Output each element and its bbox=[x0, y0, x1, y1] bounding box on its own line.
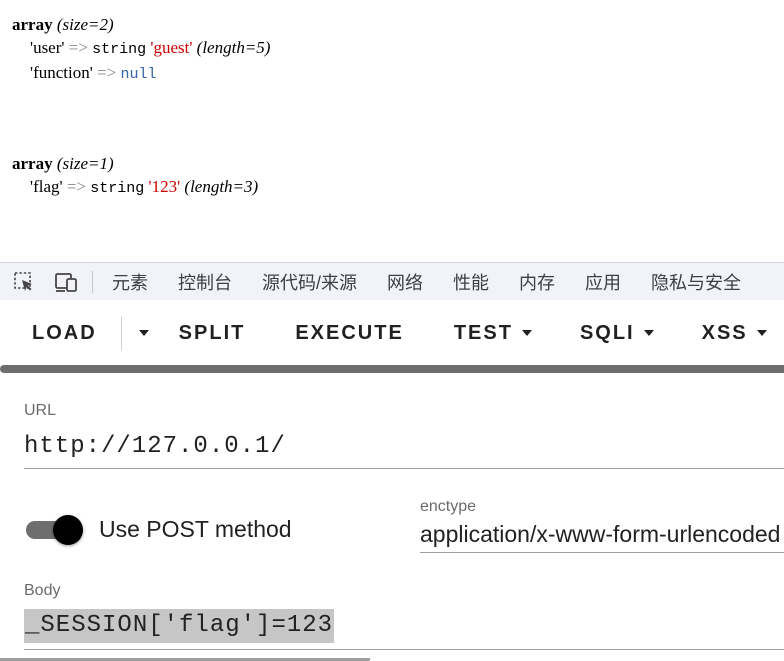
dump-key: 'user' bbox=[30, 38, 65, 57]
chevron-down-icon bbox=[521, 330, 532, 336]
dump-length: (length=3) bbox=[184, 177, 259, 196]
inspect-icon[interactable] bbox=[12, 270, 36, 294]
chevron-down-icon bbox=[643, 330, 654, 336]
post-method-toggle[interactable] bbox=[26, 515, 84, 545]
body-input[interactable]: _SESSION['flag']=123 bbox=[24, 609, 335, 643]
execute-button[interactable]: EXECUTE bbox=[295, 322, 403, 345]
dump-array-keyword: array bbox=[12, 154, 53, 173]
tab-network[interactable]: 网络 bbox=[372, 269, 438, 295]
tab-application[interactable]: 应用 bbox=[570, 269, 636, 295]
dump-arrow: => bbox=[66, 177, 86, 196]
test-menu-label: TEST bbox=[453, 321, 513, 344]
dump-array-size: (size=2) bbox=[56, 15, 114, 34]
dump-arrow: => bbox=[97, 63, 117, 82]
dump-type: string bbox=[92, 41, 147, 58]
tab-performance[interactable]: 性能 bbox=[438, 269, 504, 295]
chevron-down-icon bbox=[756, 330, 767, 336]
url-label: URL bbox=[24, 402, 57, 419]
dump-length: (length=5) bbox=[196, 38, 271, 57]
dump-array-keyword: array bbox=[12, 15, 53, 34]
url-underline bbox=[24, 468, 784, 469]
sqli-menu-label: SQLI bbox=[579, 321, 635, 344]
url-input[interactable]: http://127.0.0.1/ bbox=[24, 433, 286, 460]
post-method-label: Use POST method bbox=[99, 516, 292, 542]
dump-arrow: => bbox=[68, 38, 88, 57]
enctype-underline bbox=[420, 552, 784, 553]
tab-memory[interactable]: 内存 bbox=[504, 269, 570, 295]
tab-sources[interactable]: 源代码/来源 bbox=[247, 269, 372, 295]
body-label: Body bbox=[24, 582, 61, 599]
devtools-tab-strip: 元素 控制台 源代码/来源 网络 性能 内存 应用 隐私与安全 bbox=[0, 262, 784, 300]
tab-separator bbox=[92, 270, 93, 293]
hackbar-toolbar: LOAD SPLIT EXECUTE TEST SQLI XSS bbox=[0, 300, 784, 366]
xss-menu-button[interactable]: XSS bbox=[702, 322, 767, 345]
dump-key: 'function' bbox=[30, 63, 93, 82]
var-dump-output-2: array (size=1) 'flag' => string '123' (le… bbox=[12, 152, 258, 200]
enctype-select[interactable]: application/x-www-form-urlencoded bbox=[420, 521, 784, 548]
tab-privacy-security[interactable]: 隐私与安全 bbox=[636, 269, 756, 295]
horizontal-scrollbar[interactable] bbox=[0, 365, 784, 373]
dump-string-value: 'guest' bbox=[150, 38, 193, 57]
dump-array-size: (size=1) bbox=[56, 154, 114, 173]
enctype-label: enctype bbox=[420, 498, 477, 515]
chevron-down-icon bbox=[138, 330, 149, 336]
dump-key: 'flag' bbox=[30, 177, 63, 196]
dump-null-value: null bbox=[120, 66, 157, 83]
device-toggle-icon[interactable] bbox=[54, 270, 78, 294]
toolbar-divider bbox=[120, 316, 122, 350]
split-button[interactable]: SPLIT bbox=[179, 322, 246, 345]
dump-type: string bbox=[90, 180, 145, 197]
load-button[interactable]: LOAD bbox=[32, 322, 97, 345]
body-underline bbox=[24, 649, 784, 650]
toggle-knob bbox=[53, 515, 83, 545]
xss-menu-label: XSS bbox=[701, 321, 748, 344]
test-menu-button[interactable]: TEST bbox=[454, 322, 532, 345]
tab-elements[interactable]: 元素 bbox=[97, 269, 163, 295]
load-dropdown-button[interactable] bbox=[130, 330, 149, 336]
tab-console[interactable]: 控制台 bbox=[163, 269, 247, 295]
var-dump-output-1: array (size=2) 'user' => string 'guest' (… bbox=[12, 13, 270, 86]
sqli-menu-button[interactable]: SQLI bbox=[580, 322, 654, 345]
dump-string-value: '123' bbox=[148, 177, 181, 196]
